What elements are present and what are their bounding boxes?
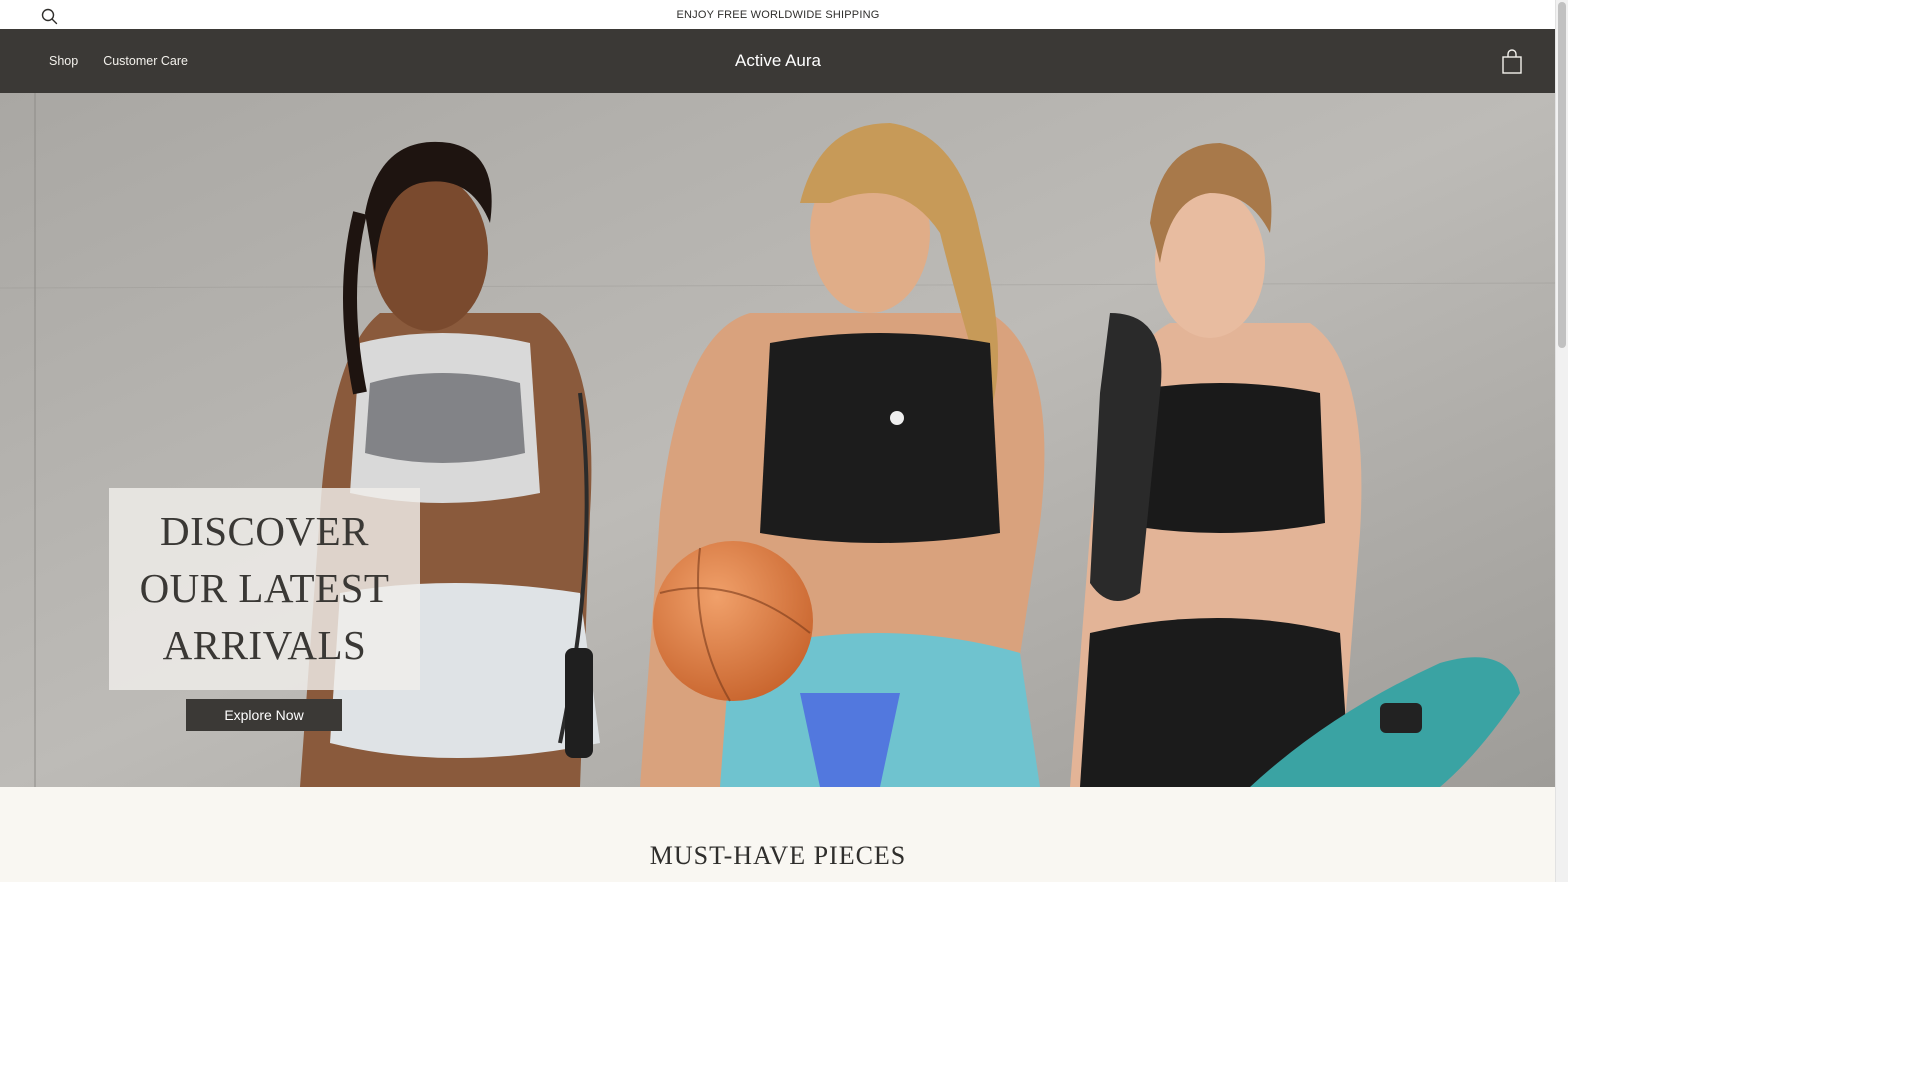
- page-scrollbar[interactable]: [1555, 0, 1568, 882]
- scrollbar-thumb[interactable]: [1558, 2, 1566, 348]
- section-title: MUST-HAVE PIECES: [649, 841, 907, 870]
- hero-title-line: ARRIVALS: [162, 622, 367, 668]
- brand-name[interactable]: Active Aura: [735, 51, 821, 70]
- hero-title-line: DISCOVER: [159, 508, 370, 554]
- site-header: Shop Customer Care Active Aura: [0, 29, 1556, 93]
- announcement-bar: ENJOY FREE WORLDWIDE SHIPPING: [0, 0, 1556, 30]
- hero-banner: DISCOVER OUR LATEST ARRIVALS Explore Now: [0, 93, 1556, 787]
- basketball: [653, 541, 813, 701]
- explore-now-button[interactable]: Explore Now: [186, 699, 342, 731]
- page: ENJOY FREE WORLDWIDE SHIPPING Shop Custo…: [0, 0, 1568, 882]
- shopping-bag-icon[interactable]: [1500, 49, 1524, 75]
- hero-title-line: OUR LATEST: [139, 565, 390, 611]
- must-have-section: MUST-HAVE PIECES: [0, 787, 1556, 882]
- hero-title: DISCOVER OUR LATEST ARRIVALS: [109, 503, 420, 674]
- brand-logo: Active Aura: [0, 29, 1556, 93]
- announcement-text: ENJOY FREE WORLDWIDE SHIPPING: [676, 9, 880, 21]
